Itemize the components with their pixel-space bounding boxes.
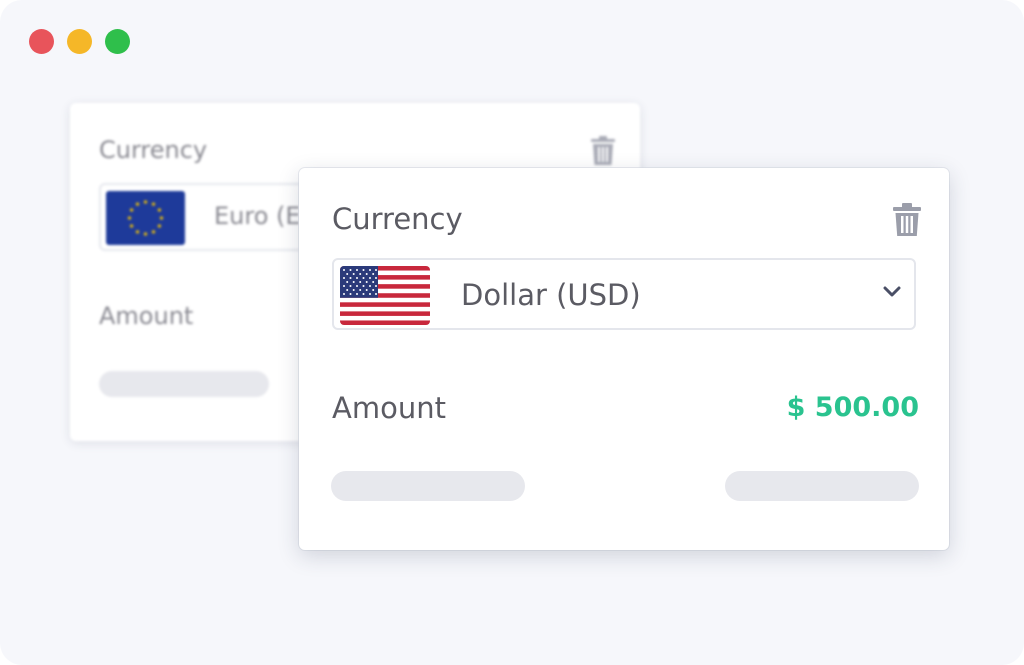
currency-label: Currency: [99, 136, 208, 164]
minimize-window-button[interactable]: [67, 29, 92, 54]
loading-placeholder: [99, 371, 269, 397]
currency-select[interactable]: Dollar (USD): [332, 258, 916, 330]
amount-label: Amount: [99, 302, 194, 330]
currency-card: Currency Dollar (USD) Amount $ 500.00: [299, 168, 949, 550]
selected-currency: Euro (E: [214, 202, 301, 230]
loading-placeholder-right: [725, 471, 919, 501]
amount-label: Amount: [332, 391, 446, 425]
app-window: Currency Euro (E Amount Currency Dollar …: [0, 0, 1024, 665]
close-window-button[interactable]: [29, 29, 54, 54]
selected-currency: Dollar (USD): [461, 278, 641, 312]
maximize-window-button[interactable]: [105, 29, 130, 54]
us-flag-icon: [340, 266, 430, 325]
amount-value: $ 500.00: [786, 392, 919, 423]
window-controls: [29, 29, 130, 54]
chevron-down-icon[interactable]: [882, 285, 902, 299]
trash-icon[interactable]: [591, 136, 615, 166]
loading-placeholder-left: [331, 471, 525, 501]
eu-flag-icon: [106, 191, 185, 245]
trash-icon[interactable]: [893, 203, 921, 237]
currency-label: Currency: [332, 202, 463, 236]
